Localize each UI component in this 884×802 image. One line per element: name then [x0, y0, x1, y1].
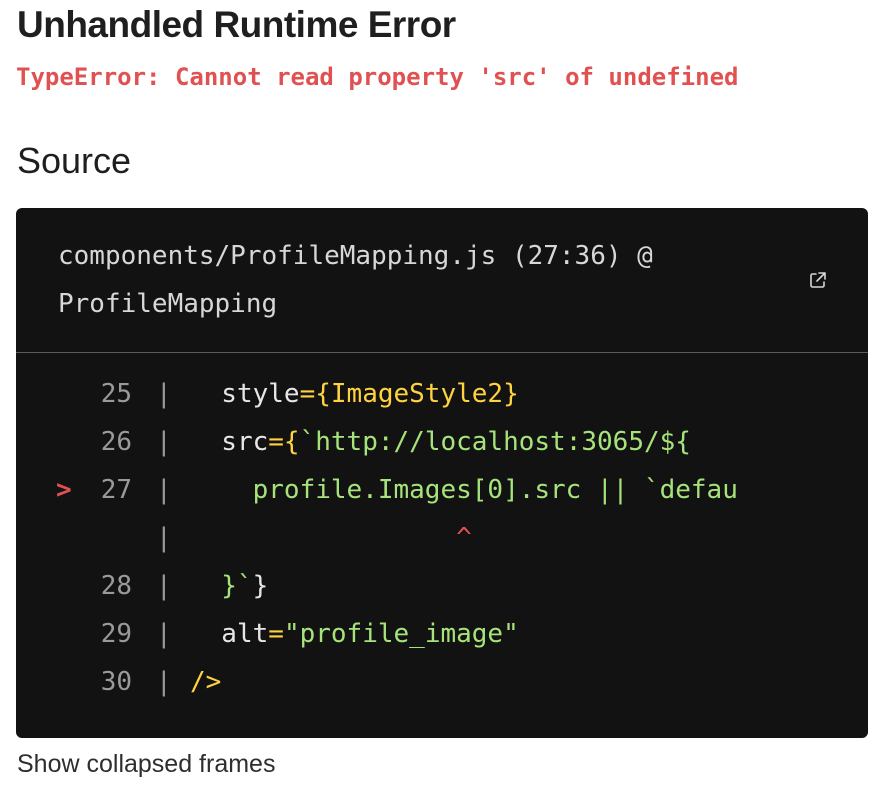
code-token: ={ — [268, 427, 300, 457]
code-line: 29 | alt="profile_image" — [16, 610, 868, 658]
gutter-separator: | — [156, 427, 172, 457]
source-location-file: components/ProfileMapping.js (27:36) @ — [58, 241, 653, 271]
code-token: ImageStyle2 — [330, 379, 504, 409]
source-location-link[interactable]: components/ProfileMapping.js (27:36) @ P… — [58, 232, 798, 328]
show-collapsed-frames-button[interactable]: Show collapsed frames — [17, 750, 275, 779]
code-token: } — [190, 571, 237, 601]
code-text: /> — [190, 658, 221, 706]
error-title: Unhandled Runtime Error — [17, 4, 456, 45]
gutter-separator: | — [156, 571, 172, 601]
code-token: } — [503, 379, 519, 409]
code-line: 28 | }`} — [16, 562, 868, 610]
code-token: alt — [190, 619, 269, 649]
code-frame: components/ProfileMapping.js (27:36) @ P… — [16, 208, 868, 738]
code-token: /> — [190, 667, 222, 697]
code-text: profile.Images[0].src || `defau — [190, 466, 738, 514]
code-text: src={`http://localhost:3065/${ — [190, 418, 691, 466]
line-number: 25 — [100, 379, 132, 409]
error-line-marker: > — [56, 475, 72, 505]
code-line: | ^ — [16, 514, 868, 562]
error-caret: ^ — [190, 523, 472, 553]
error-message: TypeError: Cannot read property 'src' of… — [16, 63, 739, 91]
line-number: 26 — [100, 427, 132, 457]
code-token: ={ — [299, 379, 331, 409]
gutter-separator: | — [156, 475, 172, 505]
code-line: 25 | style={ImageStyle2} — [16, 370, 868, 418]
code-line: 30 | /> — [16, 658, 868, 706]
line-number: 27 — [100, 475, 132, 505]
code-listing: 25 | style={ImageStyle2} 26 | src={`http://… — [16, 370, 868, 706]
code-line-highlighted: >27 | profile.Images[0].src || `defau — [16, 466, 868, 514]
source-location-function: ProfileMapping — [58, 289, 278, 319]
code-token: = — [268, 619, 284, 649]
external-link-icon[interactable] — [808, 270, 828, 290]
code-token: } — [252, 571, 269, 601]
gutter-separator: | — [156, 523, 172, 553]
line-number: 30 — [100, 667, 132, 697]
code-text: alt="profile_image" — [190, 610, 519, 658]
code-token: style — [190, 379, 300, 409]
code-token: profile.Images[0].src || `defau — [190, 475, 738, 505]
gutter-separator: | — [156, 667, 172, 697]
source-heading: Source — [17, 140, 132, 181]
code-frame-header: components/ProfileMapping.js (27:36) @ P… — [16, 208, 868, 353]
line-number: 29 — [100, 619, 132, 649]
code-token: ` — [236, 571, 253, 601]
gutter-separator: | — [156, 379, 172, 409]
line-number: 28 — [100, 571, 132, 601]
gutter-separator: | — [156, 619, 172, 649]
code-token: src — [190, 427, 269, 457]
code-token: `http://localhost:3065/${ — [299, 427, 691, 457]
code-text: }`} — [190, 562, 268, 610]
code-token: "profile_image" — [283, 619, 519, 649]
code-line: 26 | src={`http://localhost:3065/${ — [16, 418, 868, 466]
code-text: style={ImageStyle2} — [190, 370, 519, 418]
